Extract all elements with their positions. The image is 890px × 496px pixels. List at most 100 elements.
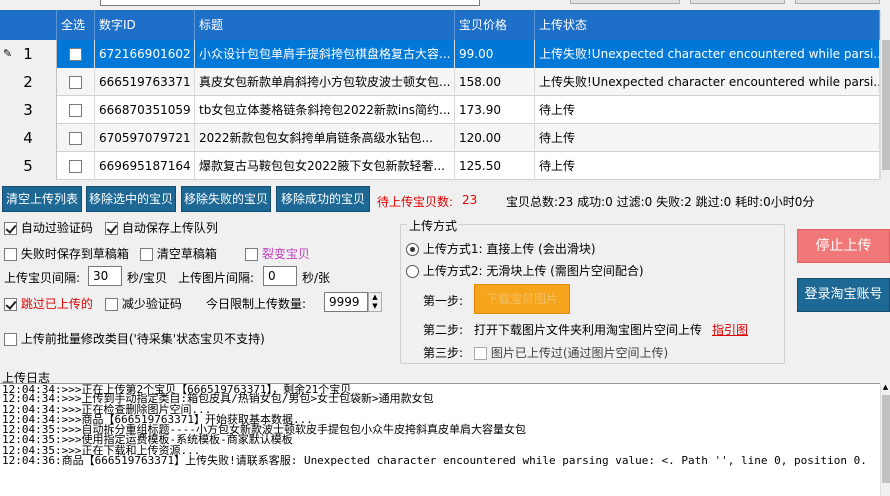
step3-label: 第三步: <box>423 346 464 360</box>
image-interval-unit: 秒/张 <box>302 271 331 285</box>
daily-limit-label: 今日限制上传数量: <box>206 297 307 311</box>
fission-item-checkbox[interactable] <box>245 248 258 261</box>
upload-method-2-option[interactable]: 上传方式2: 无滑块上传 (需图片空间配合) <box>406 262 644 279</box>
product-grid: 全选 数字ID 标题 宝贝价格 上传状态 ✎ 1 672166901602 小众… <box>0 10 880 180</box>
row-price: 158.00 <box>455 68 535 96</box>
row-number: 3 <box>0 96 57 124</box>
scroll-up-icon[interactable]: ▲ <box>881 383 890 391</box>
clear-list-button[interactable]: 清空上传列表 <box>2 186 82 212</box>
toolbar-input[interactable] <box>100 0 480 6</box>
upload-interval-unit: 秒/宝贝 <box>127 271 168 285</box>
row-title: 真皮女包新款单肩斜挎小方包软皮波士顿女包... <box>195 68 455 96</box>
row-checkbox[interactable] <box>69 132 82 145</box>
header-title[interactable]: 标题 <box>195 10 455 40</box>
daily-limit-input[interactable]: 9999 <box>324 292 368 312</box>
toolbar-button-3[interactable] <box>795 0 880 4</box>
grid-scrollbar-thumb[interactable] <box>882 40 890 170</box>
row-item-id: 666519763371 <box>95 68 195 96</box>
remove-success-button[interactable]: 移除成功的宝贝 <box>276 186 370 212</box>
header-price[interactable]: 宝贝价格 <box>455 10 535 40</box>
step2-text: 打开下载图片文件夹利用淘宝图片空间上传 <box>474 323 703 337</box>
auto-save-queue-option[interactable]: 自动保存上传队列 <box>105 219 218 236</box>
row-item-id: 666870351059 <box>95 96 195 124</box>
table-row[interactable]: 5 669695187164 爆款复古马鞍包包女2022腋下女包新款轻奢... … <box>0 152 880 180</box>
save-draft-option[interactable]: 失败时保存到草稿箱 <box>4 245 129 262</box>
row-checkbox[interactable] <box>69 76 82 89</box>
spin-down-icon[interactable]: ▼ <box>369 302 381 311</box>
auto-captcha-option[interactable]: 自动过验证码 <box>4 219 93 236</box>
stop-upload-button[interactable]: 停止上传 <box>797 229 890 263</box>
top-toolbar-strip <box>0 0 890 10</box>
row-item-id: 672166901602 <box>95 40 195 68</box>
grid-header: 全选 数字ID 标题 宝贝价格 上传状态 <box>0 10 880 40</box>
daily-limit-spinner[interactable]: ▲ ▼ <box>368 292 382 312</box>
pencil-icon: ✎ <box>3 47 13 60</box>
image-interval-label: 上传图片间隔: <box>178 271 255 285</box>
table-row[interactable]: ✎ 1 672166901602 小众设计包包单肩手提斜挎包棋盘格复古大容...… <box>0 40 880 68</box>
step2-label: 第二步: <box>423 323 464 337</box>
grid-scrollbar[interactable] <box>880 10 890 180</box>
download-images-button[interactable]: 下载宝贝图片 <box>474 284 570 314</box>
header-status[interactable]: 上传状态 <box>535 10 880 40</box>
auto-captcha-checkbox[interactable] <box>4 222 17 235</box>
row-status: 待上传 <box>535 152 880 180</box>
remove-failed-button[interactable]: 移除失败的宝贝 <box>181 186 271 212</box>
row-item-id: 670597079721 <box>95 124 195 152</box>
row-title: tb女包立体菱格链条斜挎包2022新款ins简约... <box>195 96 455 124</box>
table-row[interactable]: 4 670597079721 2022新款包包女斜挎单肩链条高级水钻包... 1… <box>0 124 880 152</box>
row-item-id: 669695187164 <box>95 152 195 180</box>
skip-uploaded-checkbox[interactable] <box>4 298 17 311</box>
toolbar-button-2[interactable] <box>690 0 785 4</box>
clear-draft-checkbox[interactable] <box>140 248 153 261</box>
step3-checkbox[interactable] <box>474 347 487 360</box>
row-number: 5 <box>0 152 57 180</box>
upload-method-2-radio[interactable] <box>406 265 419 278</box>
step3-option[interactable]: 图片已上传过(通过图片空间上传) <box>474 344 668 361</box>
table-row[interactable]: 2 666519763371 真皮女包新款单肩斜挎小方包软皮波士顿女包... 1… <box>0 68 880 96</box>
row-title: 2022新款包包女斜挎单肩链条高级水钻包... <box>195 124 455 152</box>
spin-up-icon[interactable]: ▲ <box>369 293 381 302</box>
header-select-all[interactable]: 全选 <box>57 10 95 40</box>
upload-log[interactable]: 12:04:34:>>>正在上传第2个宝贝【666519763371】，剩余21… <box>0 383 880 496</box>
row-price: 173.90 <box>455 96 535 124</box>
row-status: 上传失败!Unexpected character encountered wh… <box>535 40 880 68</box>
row-number: 4 <box>0 124 57 152</box>
login-taobao-button[interactable]: 登录淘宝账号 <box>797 278 890 312</box>
table-row[interactable]: 3 666870351059 tb女包立体菱格链条斜挎包2022新款ins简约.… <box>0 96 880 124</box>
log-line: 12:04:36:商品【666519763371】上传失败!请联系客服: Une… <box>2 454 867 468</box>
log-scrollbar[interactable]: ▲ <box>880 383 890 496</box>
row-title: 小众设计包包单肩手提斜挎包棋盘格复古大容... <box>195 40 455 68</box>
clear-draft-option[interactable]: 清空草稿箱 <box>140 245 217 262</box>
skip-uploaded-option[interactable]: 跳过已上传的 <box>4 295 93 312</box>
save-draft-checkbox[interactable] <box>4 248 17 261</box>
header-rownum <box>0 10 57 40</box>
row-price: 99.00 <box>455 40 535 68</box>
log-scrollbar-thumb[interactable] <box>882 395 890 483</box>
toolbar-button-1[interactable] <box>570 0 680 4</box>
batch-modify-category-checkbox[interactable] <box>4 333 17 346</box>
remove-selected-button[interactable]: 移除选中的宝贝 <box>86 186 176 212</box>
row-number: 2 <box>0 68 57 96</box>
reduce-captcha-checkbox[interactable] <box>105 298 118 311</box>
upload-method-1-radio[interactable] <box>406 243 419 256</box>
row-price: 125.50 <box>455 152 535 180</box>
upload-interval-label: 上传宝贝间隔: <box>4 271 81 285</box>
batch-modify-category-option[interactable]: 上传前批量修改类目('待采集'状态宝贝不支持) <box>4 330 265 347</box>
header-item-id[interactable]: 数字ID <box>95 10 195 40</box>
reduce-captcha-option[interactable]: 减少验证码 <box>105 295 182 312</box>
row-status: 上传失败!Unexpected character encountered wh… <box>535 68 880 96</box>
upload-method-legend: 上传方式 <box>407 217 460 234</box>
auto-save-queue-checkbox[interactable] <box>105 222 118 235</box>
upload-interval-input[interactable]: 30 <box>88 266 122 286</box>
image-interval-input[interactable]: 0 <box>263 266 297 286</box>
upload-method-1-option[interactable]: 上传方式1: 直接上传 (会出滑块) <box>406 240 596 257</box>
fission-item-option[interactable]: 裂变宝贝 <box>245 245 310 262</box>
upload-summary: 宝贝总数:23 成功:0 过滤:0 失败:2 跳过:0 耗时:0小时0分 <box>506 195 815 209</box>
row-checkbox[interactable] <box>69 160 82 173</box>
pending-count-label: 待上传宝贝数: <box>377 195 454 209</box>
guide-link[interactable]: 指引图 <box>712 321 748 338</box>
row-checkbox[interactable] <box>69 104 82 117</box>
row-number: 1 <box>23 45 33 63</box>
step1-label: 第一步: <box>423 294 464 308</box>
row-checkbox[interactable] <box>69 48 82 61</box>
